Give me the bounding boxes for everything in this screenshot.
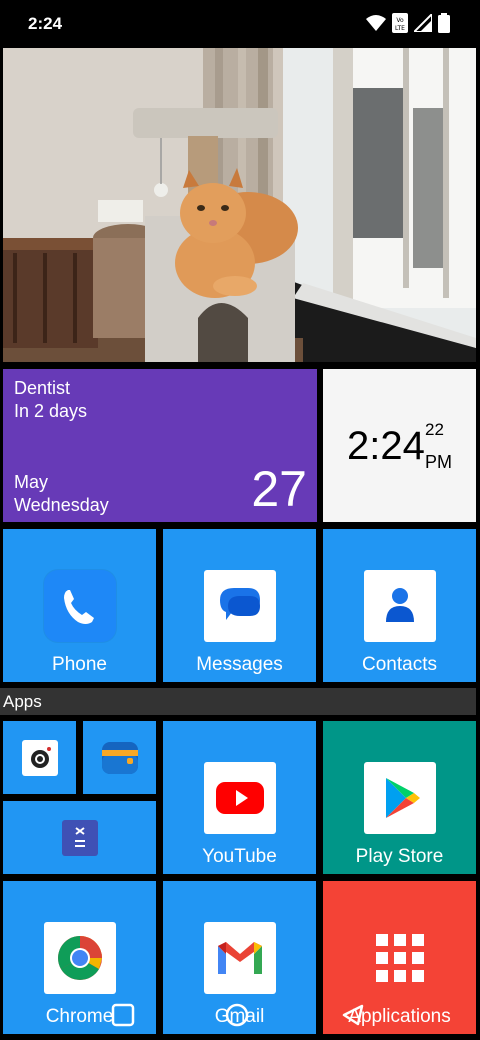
navigation-bar xyxy=(0,996,480,1040)
camera-tile[interactable] xyxy=(3,721,76,794)
contacts-tile[interactable]: Contacts xyxy=(323,529,476,682)
calendar-day: 27 xyxy=(251,461,307,517)
status-bar: 2:24 Vo LTE xyxy=(0,0,480,48)
status-time: 2:24 xyxy=(28,14,63,33)
calculator-icon xyxy=(62,820,98,856)
youtube-icon xyxy=(203,762,276,834)
clock-seconds: 22 xyxy=(425,420,444,439)
wifi-icon xyxy=(366,14,386,37)
camera-icon xyxy=(21,740,58,776)
messages-icon xyxy=(203,570,276,642)
play-store-icon xyxy=(363,762,436,834)
play-store-tile[interactable]: Play Store xyxy=(323,721,476,874)
play-store-label: Play Store xyxy=(355,846,444,867)
clock-ampm: PM xyxy=(425,452,452,472)
event-title: Dentist xyxy=(14,378,71,398)
phone-icon xyxy=(44,570,116,642)
signal-icon xyxy=(411,11,433,37)
wallet-tile[interactable] xyxy=(83,721,156,794)
contacts-label: Contacts xyxy=(362,654,437,675)
chrome-icon xyxy=(43,922,116,994)
photo-tile[interactable] xyxy=(3,48,476,362)
messages-tile[interactable]: Messages xyxy=(163,529,316,682)
app-grid-icon xyxy=(374,932,426,984)
recents-button[interactable] xyxy=(110,1002,136,1028)
svg-text:Vo: Vo xyxy=(396,17,404,24)
wallet-icon xyxy=(101,740,139,776)
phone-label: Phone xyxy=(52,654,107,675)
svg-text:LTE: LTE xyxy=(395,25,405,32)
battery-icon xyxy=(438,13,450,38)
home-button[interactable] xyxy=(224,1002,250,1028)
calendar-weekday: Wednesday xyxy=(14,495,109,515)
messages-label: Messages xyxy=(196,654,283,675)
cat-photo xyxy=(3,48,476,362)
calendar-month: May xyxy=(14,472,49,492)
calculator-tile[interactable] xyxy=(3,801,156,874)
status-icons: Vo LTE xyxy=(366,11,450,38)
apps-section-header: Apps xyxy=(0,688,476,715)
volte-icon: Vo LTE xyxy=(392,13,408,38)
clock-tile[interactable]: 2:24 22 PM xyxy=(323,369,476,522)
back-button[interactable] xyxy=(340,1002,366,1028)
contacts-icon xyxy=(363,570,436,642)
youtube-tile[interactable]: YouTube xyxy=(163,721,316,874)
apps-section-label: Apps xyxy=(3,692,42,711)
clock-time: 2:24 xyxy=(347,424,425,468)
event-when: In 2 days xyxy=(14,401,88,421)
gmail-icon xyxy=(203,922,276,994)
phone-tile[interactable]: Phone xyxy=(3,529,156,682)
youtube-label: YouTube xyxy=(202,846,277,867)
calendar-tile[interactable]: Dentist In 2 days May Wednesday 27 xyxy=(3,369,317,522)
